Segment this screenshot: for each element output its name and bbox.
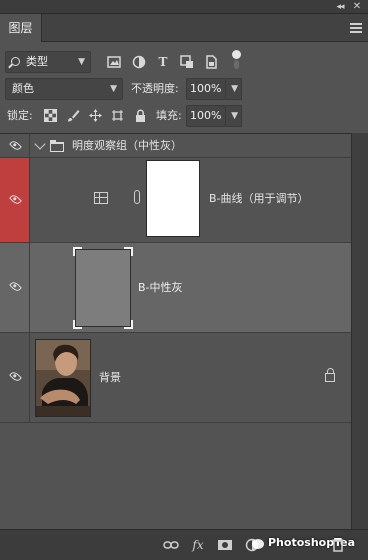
search-icon — [11, 57, 20, 66]
layers-footer: fx PhotoshopTea — [0, 529, 368, 560]
panel-menu-icon[interactable] — [350, 22, 362, 34]
wechat-logo-icon — [252, 539, 264, 549]
layer-name[interactable]: 背景 — [99, 333, 121, 423]
layer-row-background[interactable]: 背景 — [0, 333, 351, 423]
chevron-down-icon: ▼ — [78, 57, 85, 67]
folder-icon — [49, 140, 64, 152]
layer-name[interactable]: 明度观察组（中性灰） — [72, 134, 182, 158]
filter-kind-label: 类型 — [26, 55, 48, 68]
opacity-label: 不透明度: — [131, 82, 179, 95]
fill-label: 填充: — [156, 109, 182, 122]
tab-layers[interactable]: 图层 — [0, 14, 42, 42]
blend-mode-select[interactable]: 颜色 ▼ — [5, 78, 123, 100]
lock-artboard-icon[interactable] — [111, 109, 124, 122]
selection-corner — [73, 320, 82, 329]
filter-toggle-icon[interactable] — [232, 50, 241, 70]
delete-layer-icon[interactable] — [330, 537, 346, 553]
panel-tab-bar: 图层 — [0, 14, 368, 42]
smart-object-filter-icon[interactable] — [204, 55, 218, 69]
visibility-toggle[interactable] — [0, 243, 30, 332]
layer-name[interactable]: B-中性灰 — [138, 243, 183, 333]
eye-icon — [9, 193, 22, 206]
selection-corner — [73, 247, 82, 256]
pixel-filter-icon[interactable] — [107, 55, 121, 69]
lock-transparent-icon[interactable] — [44, 109, 57, 122]
collapse-panel-icon[interactable]: ◂◂ — [332, 0, 348, 14]
shape-filter-icon[interactable] — [180, 55, 194, 69]
blend-mode-value: 颜色 — [12, 82, 34, 95]
lock-label: 锁定: — [7, 109, 33, 122]
lock-all-icon[interactable] — [134, 109, 147, 122]
chevron-down-icon: ▼ — [231, 111, 238, 121]
chevron-down-icon: ▼ — [231, 84, 238, 94]
lock-icon — [325, 368, 335, 382]
eye-icon — [9, 280, 22, 293]
fill-input[interactable]: 100% — [186, 105, 226, 127]
curves-adjustment-icon[interactable] — [94, 192, 108, 204]
visibility-toggle[interactable] — [0, 333, 30, 422]
layer-name[interactable]: B-曲线（用于调节） — [209, 158, 309, 240]
layer-row-neutral-gray[interactable]: B-中性灰 — [0, 243, 351, 333]
expand-arrow-icon[interactable] — [34, 138, 46, 150]
eye-icon — [9, 139, 22, 152]
chevron-down-icon: ▼ — [110, 84, 117, 94]
visibility-toggle[interactable] — [0, 134, 30, 157]
close-panel-icon[interactable]: ✕ — [350, 0, 364, 14]
adjustment-filter-icon[interactable] — [132, 55, 146, 69]
selection-corner — [124, 247, 133, 256]
layer-row-group[interactable]: 明度观察组（中性灰） — [0, 134, 351, 158]
eye-icon — [9, 370, 22, 383]
layers-scrollbar[interactable] — [351, 133, 368, 529]
layer-thumbnail[interactable] — [35, 339, 91, 417]
layer-row-curves[interactable]: B-曲线（用于调节） — [0, 158, 351, 243]
fill-dropdown-button[interactable]: ▼ — [226, 105, 242, 127]
opacity-input[interactable]: 100% — [186, 78, 226, 100]
panel-top-strip: ◂◂ ✕ — [0, 0, 368, 14]
selection-corner — [124, 320, 133, 329]
layer-thumbnail[interactable] — [73, 247, 133, 329]
add-mask-icon[interactable] — [217, 537, 233, 553]
lock-paint-icon[interactable] — [67, 109, 80, 122]
layer-mask-thumbnail[interactable] — [146, 160, 200, 237]
visibility-toggle[interactable] — [0, 158, 30, 242]
opacity-dropdown-button[interactable]: ▼ — [226, 78, 242, 100]
chain-link-icon[interactable] — [134, 190, 140, 204]
filter-kind-select[interactable]: 类型 ▼ — [5, 51, 91, 73]
lock-position-icon[interactable] — [89, 109, 102, 122]
type-filter-icon[interactable]: T — [156, 55, 170, 69]
fx-icon[interactable]: fx — [190, 537, 206, 553]
link-layers-icon[interactable] — [163, 537, 179, 553]
layers-list: 明度观察组（中性灰） B-曲线（用于调节） B-中性灰 背景 — [0, 133, 351, 529]
